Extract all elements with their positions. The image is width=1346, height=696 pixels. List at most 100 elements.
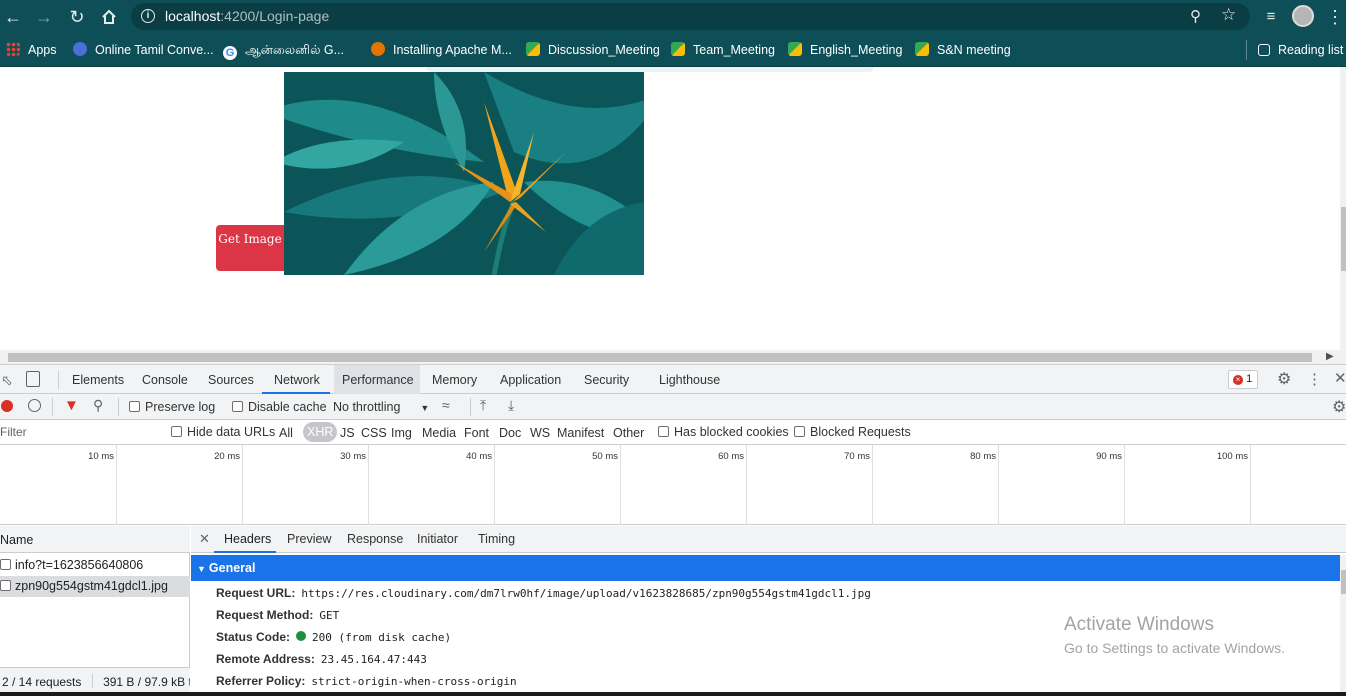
timeline-gridline bbox=[998, 445, 999, 525]
request-list-header[interactable]: Name bbox=[0, 526, 190, 553]
filter-type-doc[interactable]: Doc bbox=[499, 426, 521, 440]
filter-type-manifest[interactable]: Manifest bbox=[557, 426, 604, 440]
filter-input[interactable]: Filter bbox=[0, 423, 158, 442]
filter-type-ws[interactable]: WS bbox=[530, 426, 550, 440]
tab-memory[interactable]: Memory bbox=[432, 373, 477, 387]
tab-preview[interactable]: Preview bbox=[287, 532, 331, 546]
preserve-log-checkbox[interactable]: Preserve log bbox=[129, 400, 215, 414]
tab-network[interactable]: Network bbox=[274, 373, 320, 387]
zoom-search-icon[interactable]: ⚲ bbox=[1190, 7, 1201, 25]
header-row-request-url: Request URL: https://res.cloudinary.com/d… bbox=[216, 586, 871, 600]
hide-data-urls-checkbox[interactable]: Hide data URLs bbox=[171, 425, 275, 439]
tab-application[interactable]: Application bbox=[500, 373, 561, 387]
active-detail-tab-indicator bbox=[214, 551, 276, 553]
reload-icon[interactable]: ↻ bbox=[64, 4, 90, 30]
search-icon[interactable]: ⚲ bbox=[93, 397, 103, 414]
bookmark-discussion-meeting[interactable]: Discussion_Meeting bbox=[526, 41, 660, 59]
bookmark-team-meeting[interactable]: Team_Meeting bbox=[671, 41, 775, 59]
error-count-badge[interactable]: × 1 bbox=[1228, 370, 1258, 389]
url-text[interactable]: localhost:4200/Login-page bbox=[165, 8, 329, 24]
timeline-gridline bbox=[494, 445, 495, 525]
tab-response[interactable]: Response bbox=[347, 532, 403, 546]
export-har-icon[interactable]: ⤓ bbox=[508, 397, 514, 414]
timeline-label: 80 ms bbox=[970, 451, 996, 462]
network-timeline-overview[interactable]: 10 ms 20 ms 30 ms 40 ms 50 ms 60 ms 70 m… bbox=[0, 445, 1346, 525]
reading-list-button[interactable]: Reading list bbox=[1258, 41, 1343, 59]
close-detail-icon[interactable]: ✕ bbox=[199, 531, 210, 547]
back-icon[interactable]: ← bbox=[0, 4, 26, 30]
timeline-label: 50 ms bbox=[592, 451, 618, 462]
browser-menu-icon[interactable]: ⋮ bbox=[1322, 4, 1346, 30]
filter-icon[interactable]: ▼ bbox=[64, 397, 79, 414]
network-filter-bar: Filter Hide data URLs All XHR JS CSS Img… bbox=[0, 420, 1346, 445]
timeline-gridline bbox=[368, 445, 369, 525]
network-conditions-icon[interactable]: ≈ bbox=[442, 397, 450, 413]
bookmark-sn-meeting[interactable]: S&N meeting bbox=[915, 41, 1011, 59]
error-icon: × bbox=[1233, 375, 1243, 385]
tab-timing[interactable]: Timing bbox=[478, 532, 515, 546]
filter-type-xhr[interactable]: XHR bbox=[303, 422, 338, 442]
device-toolbar-icon[interactable] bbox=[26, 371, 40, 387]
settings-gear-icon[interactable]: ⚙ bbox=[1277, 369, 1291, 389]
request-name: info?t=1623856640806 bbox=[15, 558, 144, 572]
import-har-icon[interactable]: ⤒ bbox=[480, 397, 486, 414]
error-count: 1 bbox=[1246, 373, 1253, 385]
disable-cache-checkbox[interactable]: Disable cache bbox=[232, 400, 327, 414]
tab-initiator[interactable]: Initiator bbox=[417, 532, 458, 546]
devtools-menu-icon[interactable]: ⋮ bbox=[1307, 370, 1322, 388]
site-info-icon[interactable]: i bbox=[141, 9, 155, 23]
throttling-select[interactable]: No throttling ▼ bbox=[333, 400, 429, 414]
filter-type-other[interactable]: Other bbox=[613, 426, 644, 440]
record-icon[interactable] bbox=[1, 400, 13, 412]
inspect-element-icon[interactable]: ⬁ bbox=[1, 372, 13, 389]
get-image-button[interactable]: Get Image bbox=[216, 225, 284, 271]
filter-type-css[interactable]: CSS bbox=[361, 426, 387, 440]
close-devtools-icon[interactable]: ✕ bbox=[1334, 369, 1346, 387]
timeline-label: 40 ms bbox=[466, 451, 492, 462]
name-column-header[interactable]: Name bbox=[0, 533, 33, 547]
filter-type-js[interactable]: JS bbox=[340, 426, 355, 440]
bookmark-apps[interactable]: Apps bbox=[6, 41, 57, 59]
page-horizontal-scroll-thumb[interactable] bbox=[8, 353, 1312, 362]
has-blocked-cookies-checkbox[interactable]: Has blocked cookies bbox=[658, 425, 789, 439]
filter-type-font[interactable]: Font bbox=[464, 426, 489, 440]
reading-queue-icon[interactable]: ≡ bbox=[1258, 4, 1284, 30]
forward-icon[interactable]: → bbox=[31, 4, 57, 30]
tab-security[interactable]: Security bbox=[584, 373, 629, 387]
home-icon[interactable] bbox=[96, 4, 122, 30]
timeline-label: 10 ms bbox=[88, 451, 114, 462]
timeline-gridline bbox=[872, 445, 873, 525]
filter-type-media[interactable]: Media bbox=[422, 426, 456, 440]
filter-type-img[interactable]: Img bbox=[391, 426, 412, 440]
bookmark-online-tamil[interactable]: Online Tamil Conve... bbox=[73, 41, 214, 59]
general-section-header[interactable]: ▼ General bbox=[191, 555, 1340, 581]
tab-elements[interactable]: Elements bbox=[72, 373, 124, 387]
request-row[interactable]: info?t=1623856640806 bbox=[0, 555, 190, 576]
profile-avatar[interactable] bbox=[1292, 5, 1314, 27]
leaf-flower-image bbox=[284, 72, 644, 275]
blocked-requests-checkbox[interactable]: Blocked Requests bbox=[794, 425, 911, 439]
clear-icon[interactable] bbox=[28, 399, 41, 412]
address-bar[interactable]: i localhost:4200/Login-page ⚲ ☆ bbox=[131, 3, 1250, 30]
tab-lighthouse[interactable]: Lighthouse bbox=[659, 373, 720, 387]
tab-sources[interactable]: Sources bbox=[208, 373, 254, 387]
timeline-label: 20 ms bbox=[214, 451, 240, 462]
filter-type-all[interactable]: All bbox=[279, 426, 293, 440]
timeline-label: 60 ms bbox=[718, 451, 744, 462]
bookmark-google-tamil[interactable]: G ஆன்லைனில் G... bbox=[223, 41, 344, 60]
google-icon: G bbox=[223, 46, 237, 60]
request-row-selected[interactable]: zpn90g554gstm41gdcl1.jpg bbox=[0, 576, 190, 597]
bookmark-english-meeting[interactable]: English_Meeting bbox=[788, 41, 902, 59]
reading-list-icon bbox=[1258, 44, 1270, 56]
tab-console[interactable]: Console bbox=[142, 373, 188, 387]
page-vertical-scroll-thumb[interactable] bbox=[1341, 207, 1346, 271]
header-row-status-code: Status Code: 200 (from disk cache) bbox=[216, 630, 452, 644]
tab-headers[interactable]: Headers bbox=[224, 532, 271, 546]
bookmark-installing-apache[interactable]: Installing Apache M... bbox=[371, 41, 512, 59]
bookmark-star-icon[interactable]: ☆ bbox=[1221, 5, 1236, 25]
scroll-right-icon[interactable]: ▶ bbox=[1326, 351, 1334, 362]
tab-performance[interactable]: Performance bbox=[342, 373, 414, 387]
status-divider bbox=[91, 674, 93, 688]
network-settings-icon[interactable]: ⚙ bbox=[1332, 397, 1346, 417]
detail-scroll-thumb[interactable] bbox=[1341, 570, 1346, 594]
